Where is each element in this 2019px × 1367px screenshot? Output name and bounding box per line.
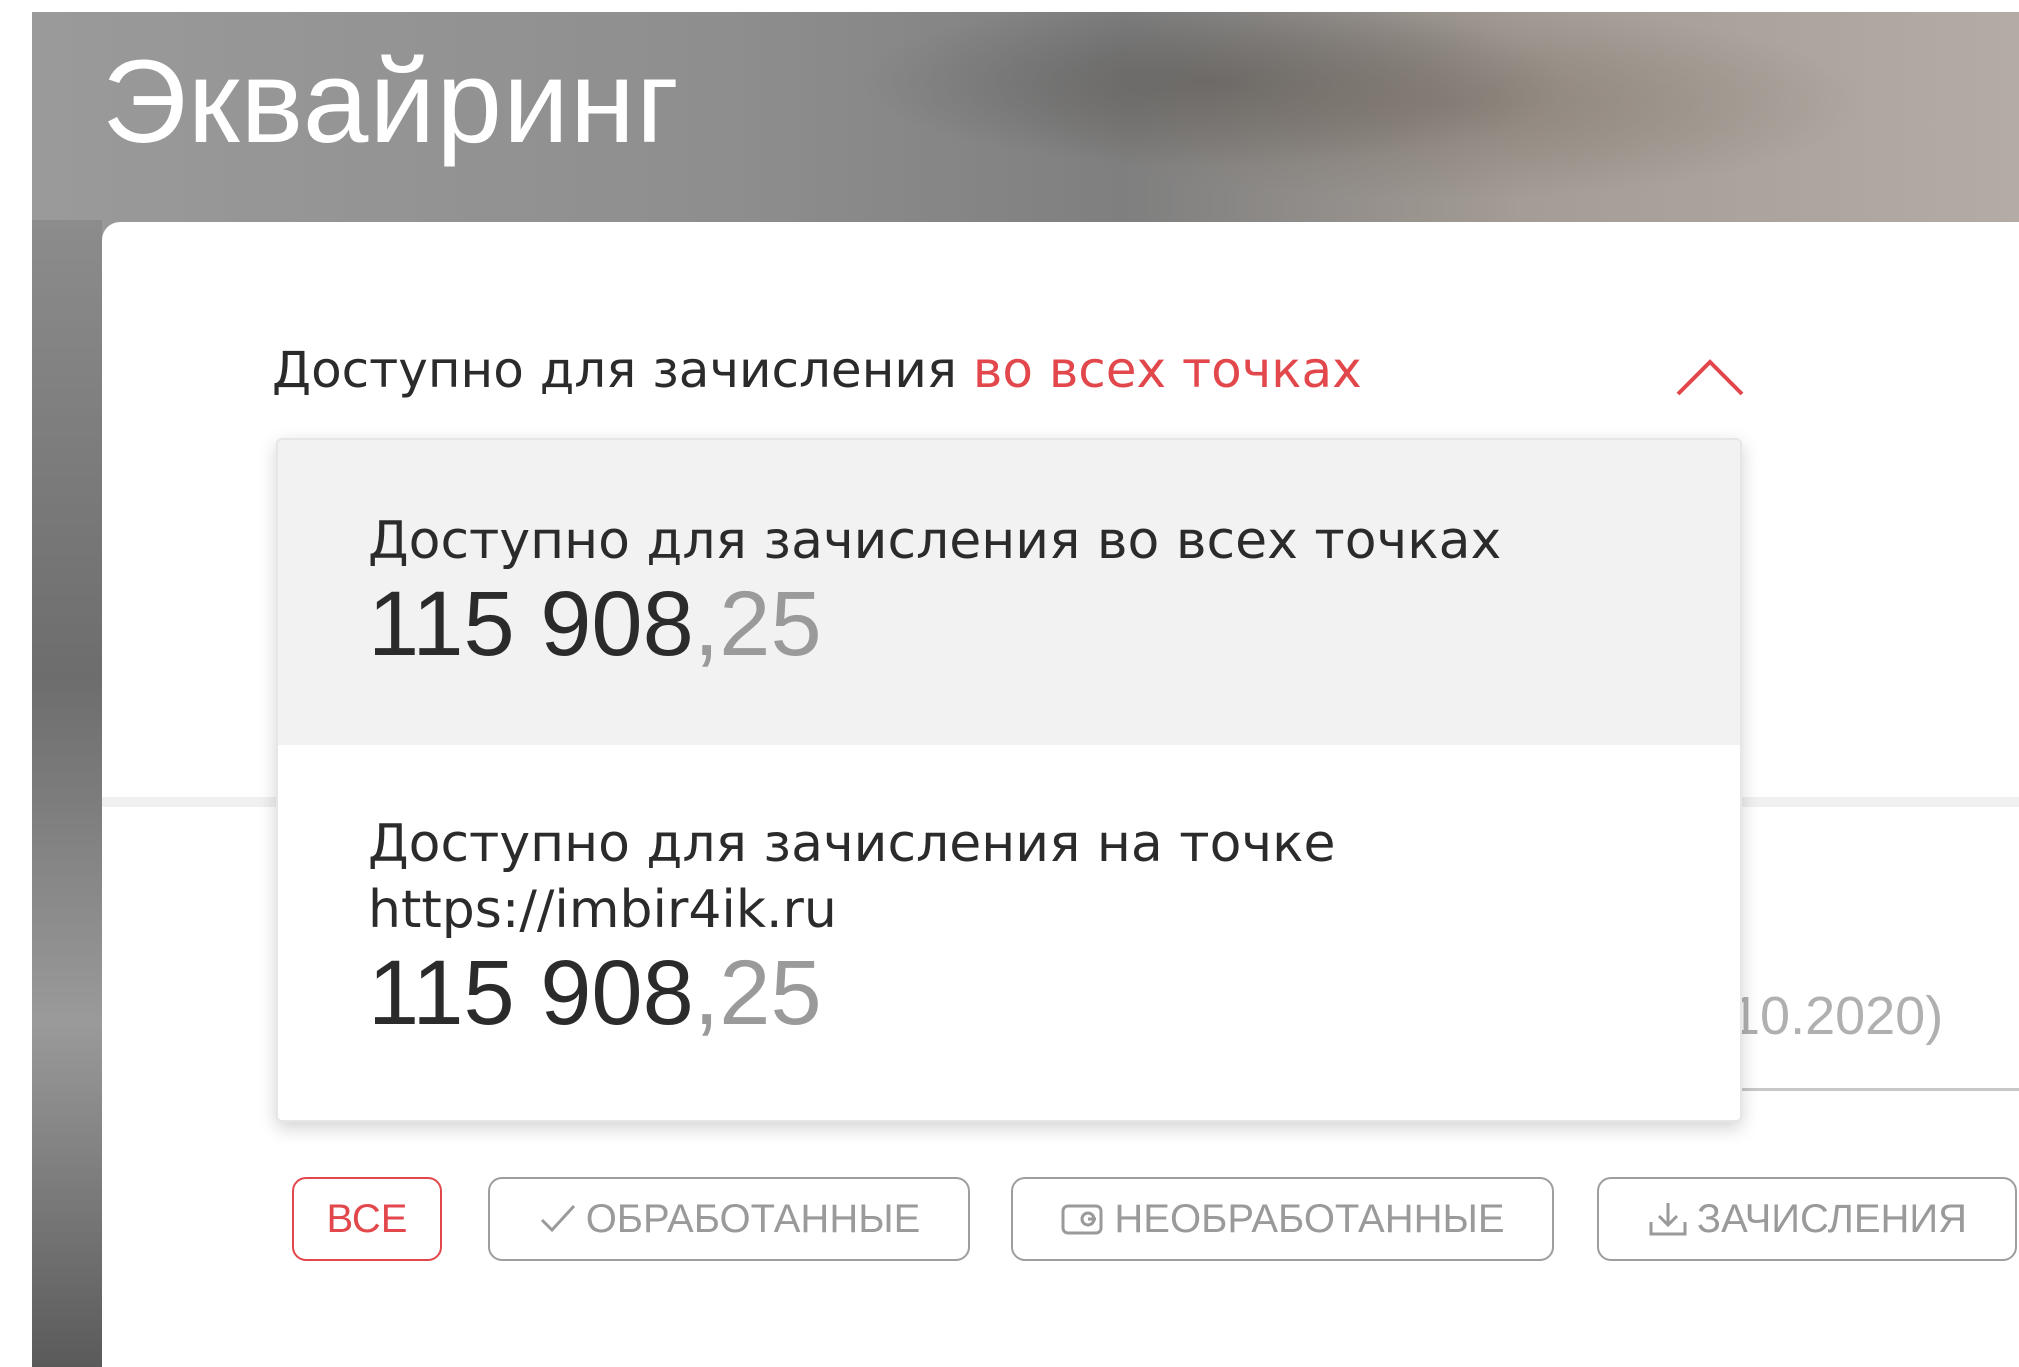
check-icon xyxy=(540,1204,575,1233)
amount-cents: ,25 xyxy=(693,942,822,1044)
period-label: .10.2020) xyxy=(1715,986,1944,1046)
filter-credits-chip[interactable]: ЗАЧИСЛЕНИЯ xyxy=(1597,1177,2017,1261)
selector-accent: во всех точках xyxy=(972,341,1362,399)
left-gutter xyxy=(0,0,32,1367)
option-label: Доступно для зачисления во всех точках xyxy=(368,511,1502,571)
period-underline xyxy=(1715,1088,2019,1091)
page-title: Эквайринг xyxy=(102,36,681,168)
balance-dropdown: Доступно для зачисления во всех точках 1… xyxy=(276,438,1742,1122)
wallet-icon xyxy=(1061,1204,1103,1235)
option-amount: 115 908,25 xyxy=(368,574,1740,674)
amount-whole: 115 908 xyxy=(368,573,694,675)
filter-unprocessed-chip[interactable]: НЕОБРАБОТАННЫЕ xyxy=(1011,1177,1554,1261)
filter-all-chip[interactable]: ВСЕ xyxy=(292,1177,442,1261)
acquiring-screen: Эквайринг Доступно для зачисления во все… xyxy=(0,0,2019,1367)
option-url: https://imbir4ik.ru xyxy=(368,880,837,940)
filter-processed-chip[interactable]: ОБРАБОТАННЫЕ xyxy=(488,1177,970,1261)
filter-all-label: ВСЕ xyxy=(326,1196,408,1241)
filter-processed-label: ОБРАБОТАННЫЕ xyxy=(585,1196,921,1241)
option-amount: 115 908,25 xyxy=(368,943,1740,1043)
chevron-up-icon[interactable] xyxy=(1670,350,1750,400)
option-label: Доступно для зачисления на точке xyxy=(368,814,1336,874)
selector-label: Доступно для зачисления во всех точках xyxy=(272,341,1362,399)
background-edge xyxy=(32,220,102,1367)
download-icon xyxy=(1649,1203,1687,1236)
dropdown-option-single-point[interactable]: Доступно для зачисления на точке https:/… xyxy=(278,745,1740,1120)
filter-unprocessed-label: НЕОБРАБОТАННЫЕ xyxy=(1114,1196,1505,1241)
dropdown-option-all-points[interactable]: Доступно для зачисления во всех точках 1… xyxy=(278,440,1740,745)
amount-whole: 115 908 xyxy=(368,942,694,1044)
amount-cents: ,25 xyxy=(693,573,822,675)
balance-selector[interactable]: Доступно для зачисления во всех точках xyxy=(272,330,1362,410)
filter-credits-label: ЗАЧИСЛЕНИЯ xyxy=(1696,1196,1968,1241)
selector-label-main: Доступно для зачисления xyxy=(272,341,957,399)
